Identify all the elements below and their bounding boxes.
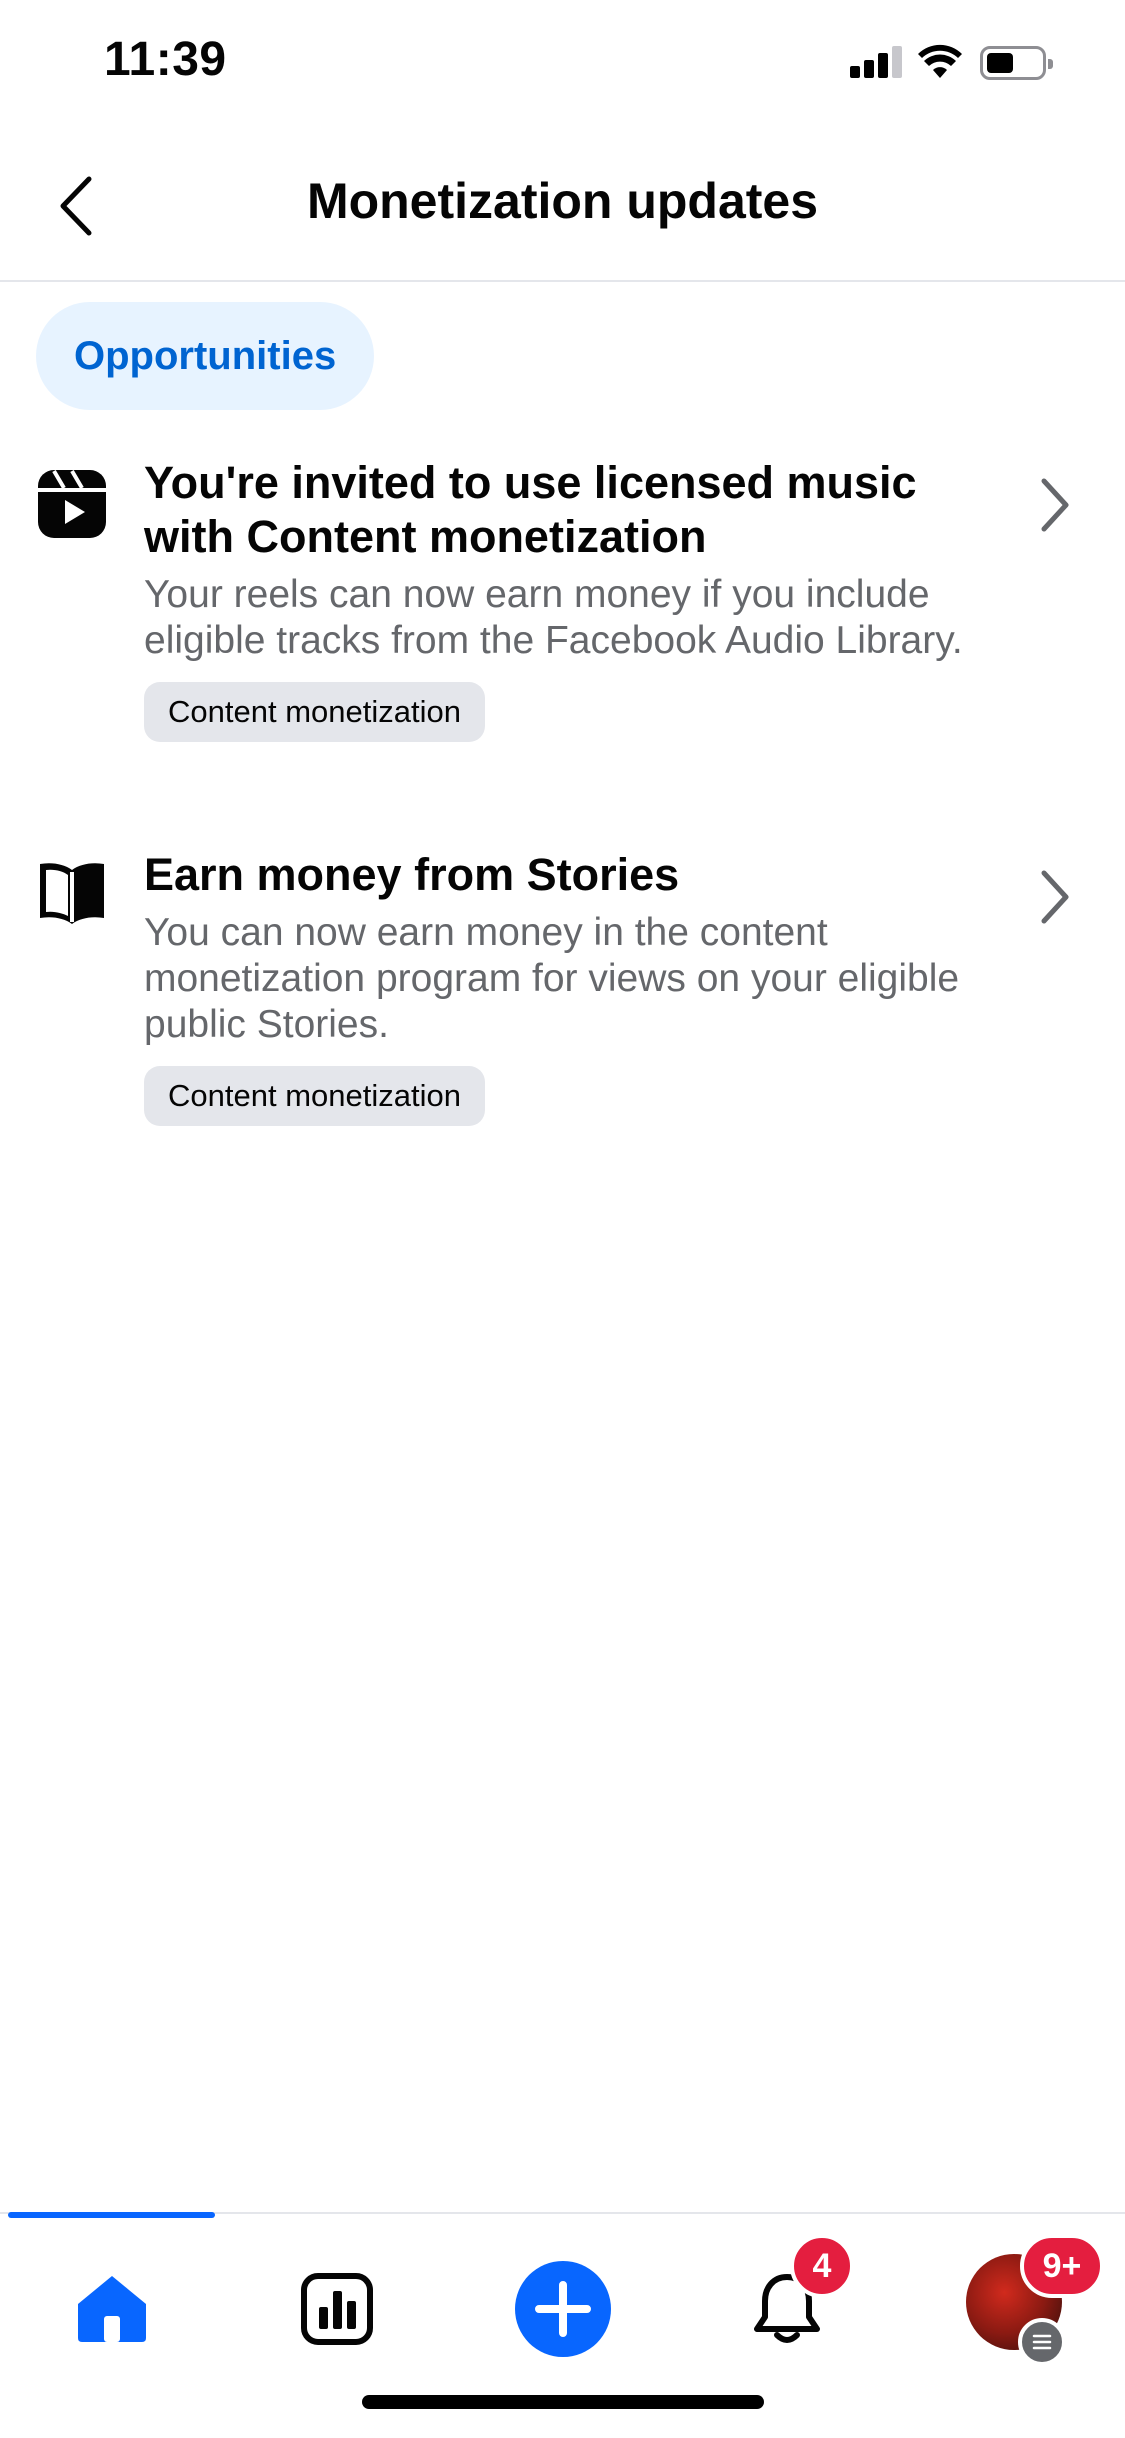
create-button[interactable] xyxy=(508,2254,618,2364)
status-time: 11:39 xyxy=(104,33,227,86)
chevron-right-icon xyxy=(1030,862,1080,932)
menu-icon xyxy=(1018,2318,1066,2366)
tab-home[interactable] xyxy=(57,2254,167,2364)
book-icon xyxy=(40,863,104,924)
home-indicator xyxy=(362,2395,764,2409)
item-title: You're invited to use licensed music wit… xyxy=(144,457,917,562)
item-description: You can now earn money in the content mo… xyxy=(144,911,960,1046)
battery-icon xyxy=(980,46,1053,80)
reels-icon xyxy=(38,469,106,538)
list-item-stories[interactable]: Earn money from Stories You can now earn… xyxy=(0,848,1125,1138)
home-icon xyxy=(78,2276,146,2342)
item-description: Your reels can now earn money if you inc… xyxy=(144,573,963,662)
item-tag: Content monetization xyxy=(144,1066,485,1126)
list-item-licensed-music[interactable]: You're invited to use licensed music wit… xyxy=(0,456,1125,796)
status-bar: 11:39 xyxy=(0,0,1125,130)
plus-icon xyxy=(515,2261,611,2357)
profile-badge: 9+ xyxy=(1020,2234,1104,2298)
notifications-badge: 4 xyxy=(790,2234,854,2298)
active-tab-indicator xyxy=(8,2212,215,2218)
chart-icon xyxy=(301,2273,373,2345)
wifi-icon xyxy=(918,44,962,78)
chevron-right-icon xyxy=(1030,470,1080,540)
item-tag: Content monetization xyxy=(144,682,485,742)
page-title: Monetization updates xyxy=(306,173,819,229)
page-header: Monetization updates xyxy=(0,130,1125,282)
tab-insights[interactable] xyxy=(282,2254,392,2364)
item-title: Earn money from Stories xyxy=(144,849,680,900)
cellular-signal-icon xyxy=(850,46,904,78)
opportunities-chip[interactable]: Opportunities xyxy=(36,302,375,410)
